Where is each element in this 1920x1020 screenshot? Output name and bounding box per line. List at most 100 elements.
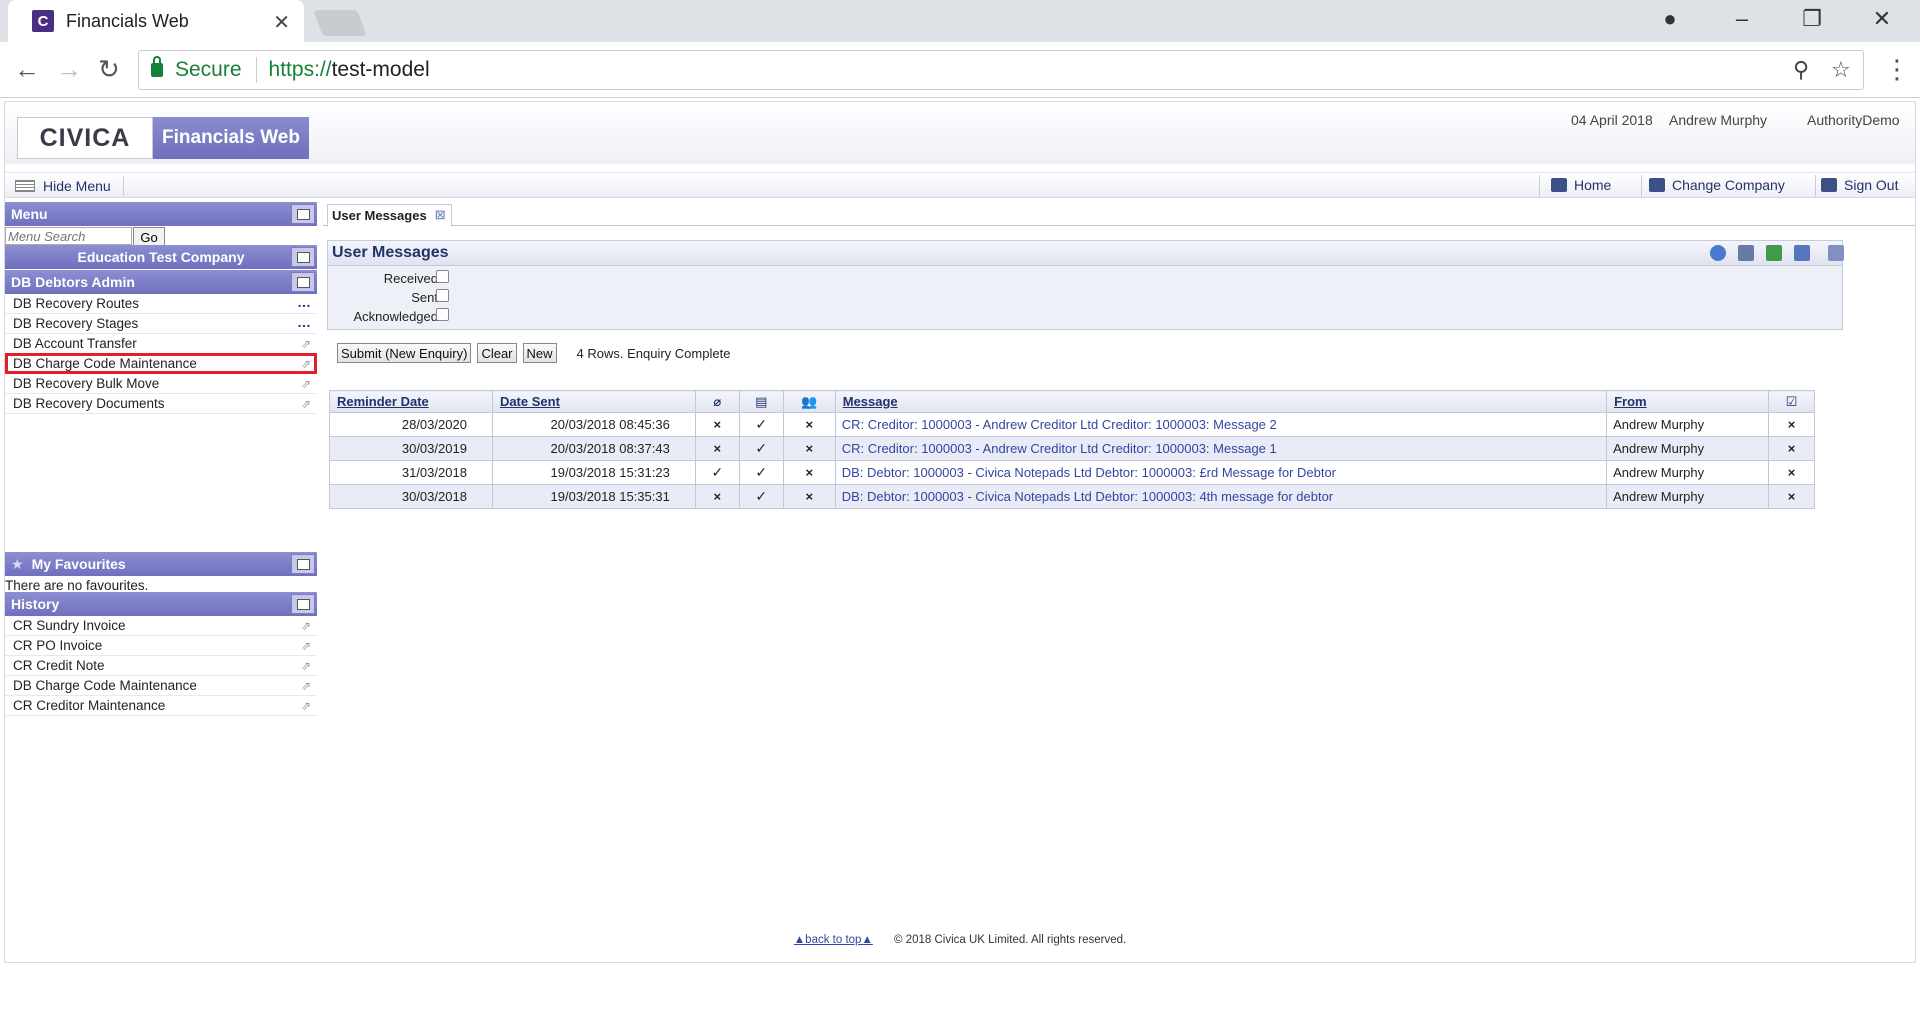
more-icon[interactable]: …	[297, 314, 311, 330]
column-message[interactable]: Message	[834, 390, 1608, 413]
browser-tab[interactable]: C Financials Web ✕	[8, 0, 304, 42]
menu-panel-toggle-icon[interactable]	[291, 204, 315, 224]
column-from[interactable]: From	[1606, 390, 1769, 413]
sign-out-link[interactable]: Sign Out	[1821, 177, 1898, 193]
table-row[interactable]: 31/03/2018 19/03/2018 15:31:23 ✓ ✓ × DB:…	[329, 460, 1816, 485]
open-window-icon[interactable]: ⇗	[301, 639, 311, 653]
attachment-status-icon: ×	[694, 412, 740, 437]
sign-out-label: Sign Out	[1844, 177, 1899, 193]
group-folder-icon[interactable]	[291, 272, 315, 292]
address-bar-row: ← → ↻ Secure https://test-model ⚲ ☆ ⋮	[0, 42, 1920, 98]
window-options-icon[interactable]	[1828, 245, 1844, 261]
menu-item-label: DB Recovery Stages	[13, 316, 139, 331]
acknowledge-column-icon[interactable]: ☑	[1767, 390, 1816, 413]
read-status-icon: ✓	[738, 484, 784, 509]
message-link[interactable]: DB: Debtor: 1000003 - Civica Notepads Lt…	[834, 460, 1608, 485]
profile-icon[interactable]: ●	[1640, 6, 1700, 32]
hide-menu-label: Hide Menu	[43, 178, 111, 194]
menu-item-db-recovery-bulk-move[interactable]: DB Recovery Bulk Move ⇗	[5, 374, 317, 394]
read-status-icon: ✓	[738, 460, 784, 485]
open-window-icon[interactable]: ⇗	[301, 659, 311, 673]
history-panel-toggle-icon[interactable]	[291, 594, 315, 614]
table-row[interactable]: 30/03/2018 19/03/2018 15:35:31 × ✓ × DB:…	[329, 484, 1816, 509]
back-button[interactable]: ←	[14, 54, 40, 85]
menu-item-label: DB Account Transfer	[13, 336, 137, 351]
action-bar: Submit (New Enquiry) Clear New 4 Rows. E…	[337, 343, 730, 363]
table-row[interactable]: 28/03/2020 20/03/2018 08:45:36 × ✓ × CR:…	[329, 412, 1816, 437]
new-button[interactable]: New	[522, 343, 557, 363]
clear-button[interactable]: Clear	[477, 343, 517, 363]
acknowledged-checkbox[interactable]	[436, 308, 449, 321]
menu-item-db-recovery-routes[interactable]: DB Recovery Routes …	[5, 294, 317, 314]
forward-button[interactable]: →	[56, 54, 82, 85]
sent-checkbox[interactable]	[436, 289, 449, 302]
open-window-icon[interactable]: ⇗	[301, 699, 311, 713]
acknowledge-icon[interactable]: ×	[1767, 412, 1816, 437]
history-item-cr-po-invoice[interactable]: CR PO Invoice ⇗	[5, 636, 317, 656]
browser-menu-icon[interactable]: ⋮	[1884, 54, 1910, 85]
bookmark-star-icon[interactable]: ☆	[1831, 57, 1851, 83]
favourites-panel-toggle-icon[interactable]	[291, 554, 315, 574]
columns-icon[interactable]	[1794, 245, 1810, 261]
history-item-cr-creditor-maintenance[interactable]: CR Creditor Maintenance ⇗	[5, 696, 317, 716]
history-item-cr-credit-note[interactable]: CR Credit Note ⇗	[5, 656, 317, 676]
user-messages-table: Reminder Date Date Sent ⌀ ▤ 👥 Message Fr…	[329, 390, 1816, 509]
message-link[interactable]: CR: Creditor: 1000003 - Andrew Creditor …	[834, 436, 1608, 461]
minimize-button[interactable]: –	[1712, 6, 1772, 32]
menu-item-db-recovery-stages[interactable]: DB Recovery Stages …	[5, 314, 317, 334]
column-reminder-date[interactable]: Reminder Date	[329, 390, 493, 413]
header-date: 04 April 2018	[1571, 112, 1653, 128]
date-sent-cell: 20/03/2018 08:37:43	[491, 436, 696, 461]
open-window-icon[interactable]: ⇗	[301, 679, 311, 693]
reload-button[interactable]: ↻	[98, 54, 120, 85]
change-company-link[interactable]: Change Company	[1649, 177, 1785, 193]
zoom-icon[interactable]: ⚲	[1793, 57, 1809, 83]
history-item-db-charge-code-maintenance[interactable]: DB Charge Code Maintenance ⇗	[5, 676, 317, 696]
history-item-cr-sundry-invoice[interactable]: CR Sundry Invoice ⇗	[5, 616, 317, 636]
tab-user-messages[interactable]: User Messages ⊠	[327, 204, 452, 227]
acknowledge-icon[interactable]: ×	[1767, 460, 1816, 485]
menu-search-go-button[interactable]: Go	[133, 227, 165, 247]
menu-title: Menu	[11, 206, 48, 222]
highlight-box	[5, 353, 317, 374]
more-icon[interactable]: …	[297, 294, 311, 310]
submit-new-enquiry-button[interactable]: Submit (New Enquiry)	[337, 343, 472, 363]
main-content: User Messages ⊠ User Messages Received S…	[323, 202, 1915, 962]
home-link[interactable]: Home	[1551, 177, 1611, 193]
table-row[interactable]: 30/03/2019 20/03/2018 08:37:43 × ✓ × CR:…	[329, 436, 1816, 461]
tab-close-icon[interactable]: ⊠	[435, 207, 446, 223]
restore-button[interactable]: ❐	[1782, 6, 1842, 32]
attachment-column-icon[interactable]: ⌀	[694, 390, 740, 413]
menu-search-input[interactable]	[5, 227, 132, 245]
message-link[interactable]: DB: Debtor: 1000003 - Civica Notepads Lt…	[834, 484, 1608, 509]
home-label: Home	[1574, 177, 1612, 193]
group-column-icon[interactable]: 👥	[782, 390, 836, 413]
open-window-icon[interactable]: ⇗	[301, 377, 311, 391]
open-window-icon[interactable]: ⇗	[301, 337, 311, 351]
menu-item-db-account-transfer[interactable]: DB Account Transfer ⇗	[5, 334, 317, 354]
tab-close-icon[interactable]: ✕	[273, 10, 290, 35]
received-checkbox[interactable]	[436, 270, 449, 283]
open-window-icon[interactable]: ⇗	[301, 619, 311, 633]
reminder-date-cell: 31/03/2018	[329, 460, 493, 485]
header-authority: AuthorityDemo	[1807, 112, 1900, 128]
column-date-sent[interactable]: Date Sent	[491, 390, 696, 413]
open-window-icon[interactable]: ⇗	[301, 397, 311, 411]
export-excel-icon[interactable]	[1766, 245, 1782, 261]
menu-item-db-recovery-documents[interactable]: DB Recovery Documents ⇗	[5, 394, 317, 414]
close-window-button[interactable]: ✕	[1852, 6, 1912, 32]
url-field[interactable]: Secure https://test-model ⚲ ☆	[138, 50, 1864, 90]
document-column-icon[interactable]: ▤	[738, 390, 784, 413]
acknowledge-icon[interactable]: ×	[1767, 484, 1816, 509]
help-icon[interactable]	[1710, 245, 1726, 261]
from-cell: Andrew Murphy	[1606, 460, 1769, 485]
company-panel-toggle-icon[interactable]	[291, 247, 315, 267]
history-item-label: CR PO Invoice	[13, 638, 103, 653]
toolbar-divider	[1815, 175, 1816, 197]
new-tab-button[interactable]	[313, 10, 367, 36]
message-link[interactable]: CR: Creditor: 1000003 - Andrew Creditor …	[834, 412, 1608, 437]
acknowledge-icon[interactable]: ×	[1767, 436, 1816, 461]
hide-menu-button[interactable]: Hide Menu	[15, 176, 124, 196]
back-to-top-link[interactable]: ▲back to top▲	[794, 934, 873, 946]
print-icon[interactable]	[1738, 245, 1754, 261]
